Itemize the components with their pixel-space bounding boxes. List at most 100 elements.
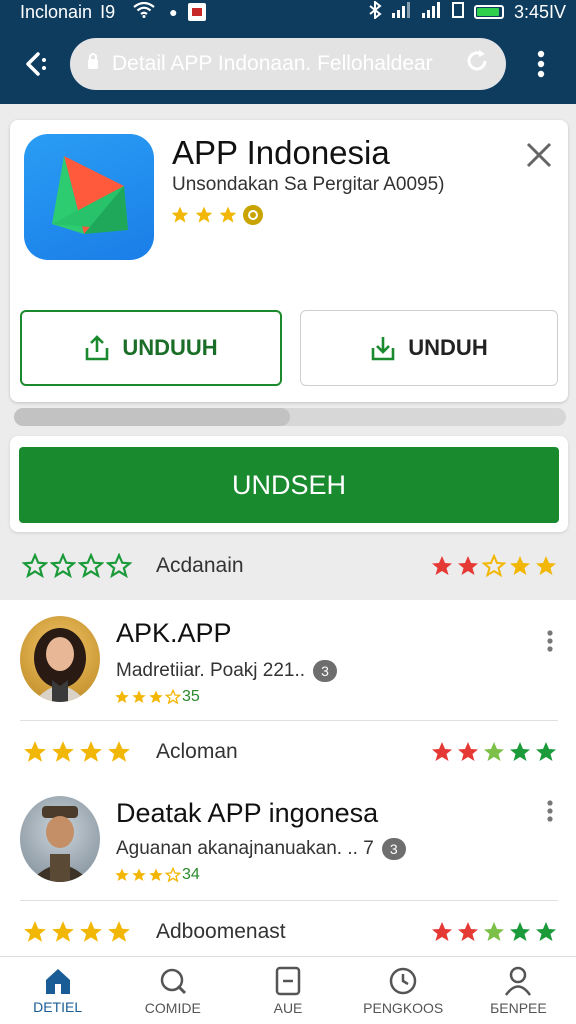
list-item-rating: 35 [114, 688, 200, 706]
nav-item-aue[interactable]: AUE [230, 957, 345, 1024]
star-icon [149, 690, 163, 703]
star-icon [432, 922, 452, 941]
list-item-title: Deatak APP ingonesa [116, 798, 379, 828]
right-star-group [430, 554, 558, 578]
star-icon [132, 868, 146, 881]
close-button[interactable] [522, 138, 556, 172]
star-icon [106, 553, 132, 579]
wifi-icon [133, 1, 155, 23]
star-icon [80, 741, 102, 762]
list-item[interactable]: Deatak APP ingonesa Aguanan akanajnanuak… [0, 794, 576, 904]
lock-icon [86, 51, 100, 77]
list-item-title: APK.APP [116, 618, 232, 648]
star-icon [218, 205, 238, 230]
star-icon [536, 922, 556, 941]
unduuh-button[interactable]: UNDUUH [20, 310, 282, 386]
count-badge: 3 [313, 660, 338, 682]
clock-icon [389, 967, 417, 994]
rating-row: Adboomenast [0, 906, 576, 958]
right-star-group [430, 740, 558, 764]
nav-item-comide[interactable]: COMIDE [115, 957, 230, 1024]
star-icon [484, 742, 504, 761]
undseh-button[interactable]: UNDSEH [19, 447, 559, 523]
rating-row: Acdanain [0, 540, 576, 592]
divider [20, 900, 558, 901]
list-item-subtitle: Aguanan akanajnanuakan. .. 7 3 [116, 838, 406, 860]
rating-badge-icon [242, 204, 264, 231]
star-icon [482, 554, 506, 578]
nav-label: DETIEL [33, 998, 83, 1015]
item-menu-button[interactable] [536, 796, 564, 826]
nav-label: PENGKOOS [363, 999, 444, 1016]
chevron-left-icon [26, 52, 46, 76]
star-icon [78, 553, 104, 579]
list-item-rating: 34 [114, 866, 200, 884]
carrier-label: Inclonain [20, 1, 93, 22]
star-icon [24, 921, 46, 942]
reload-icon[interactable] [464, 48, 490, 80]
rating-value: 35 [182, 688, 200, 705]
star-icon [458, 742, 478, 761]
list-item-subtitle: Madretiiar. Poakj 221.. 3 [116, 660, 338, 682]
url-bar[interactable]: Detail APP Indonaan. Fellohaldear [70, 38, 506, 90]
star-icon [165, 867, 181, 883]
count-badge: 3 [381, 838, 406, 860]
nav-item-pengkoos[interactable]: PENGKOOS [346, 957, 461, 1024]
app-title: APP Indonesia [172, 134, 390, 171]
nav-label: БENPEE [490, 999, 547, 1016]
star-icon [52, 921, 74, 942]
signal-icon [391, 1, 412, 23]
app-bar: Detail APP Indonaan. Fellohaldear [0, 24, 576, 104]
divider [20, 720, 558, 721]
nav-item-benpee[interactable]: БENPEE [461, 957, 576, 1024]
rating-row-label: Acloman [156, 740, 238, 763]
star-icon [108, 921, 130, 942]
star-icon [50, 553, 76, 579]
download-icon [371, 337, 395, 361]
star-icon [458, 922, 478, 941]
unduh-label: UNDUH [408, 335, 488, 360]
right-star-group [430, 920, 558, 944]
sim-icon [451, 1, 464, 23]
overflow-menu-button[interactable] [506, 24, 576, 104]
more-vertical-icon [547, 630, 553, 652]
list-item[interactable]: APK.APP Madretiiar. Poakj 221.. 3 35 [0, 612, 576, 722]
close-icon [526, 142, 552, 168]
nav-item-detiel[interactable]: DETIEL [0, 957, 115, 1024]
download-progress-bar [14, 408, 566, 426]
left-star-group [22, 739, 132, 765]
unduuh-label: UNDUUH [122, 335, 218, 360]
notification-dot-icon: ● [169, 4, 178, 20]
nav-label: COMIDE [144, 999, 201, 1016]
app-rating [170, 204, 264, 231]
more-vertical-icon [547, 800, 553, 822]
star-icon [432, 742, 452, 761]
star-icon [165, 689, 181, 705]
back-button[interactable] [0, 24, 70, 104]
left-star-group [22, 919, 132, 945]
list-item-subtitle-text: Aguanan akanajnanuakan. .. 7 [116, 838, 374, 859]
star-icon [115, 690, 129, 703]
star-group [114, 689, 181, 705]
star-icon [536, 742, 556, 761]
star-icon [149, 868, 163, 881]
star-icon [52, 741, 74, 762]
rating-row: Acloman [0, 726, 576, 778]
star-icon [80, 921, 102, 942]
star-icon [108, 741, 130, 762]
star-icon [24, 741, 46, 762]
network-label: I9 [100, 1, 116, 22]
star-icon [510, 742, 530, 761]
app-subtitle: Unsondakan Sa Pergitar A0095) [172, 174, 445, 195]
rating-row-label: Adboomenast [156, 920, 286, 943]
unduh-button[interactable]: UNDUH [300, 310, 558, 386]
star-icon [458, 556, 478, 575]
star-icon [115, 868, 129, 881]
url-text: Detail APP Indonaan. Fellohaldear [112, 52, 433, 75]
star-icon [510, 922, 530, 941]
star-group [114, 867, 181, 883]
bluetooth-icon [368, 0, 382, 24]
upload-icon [86, 335, 109, 361]
notification-app-icon [187, 3, 206, 21]
item-menu-button[interactable] [536, 626, 564, 656]
